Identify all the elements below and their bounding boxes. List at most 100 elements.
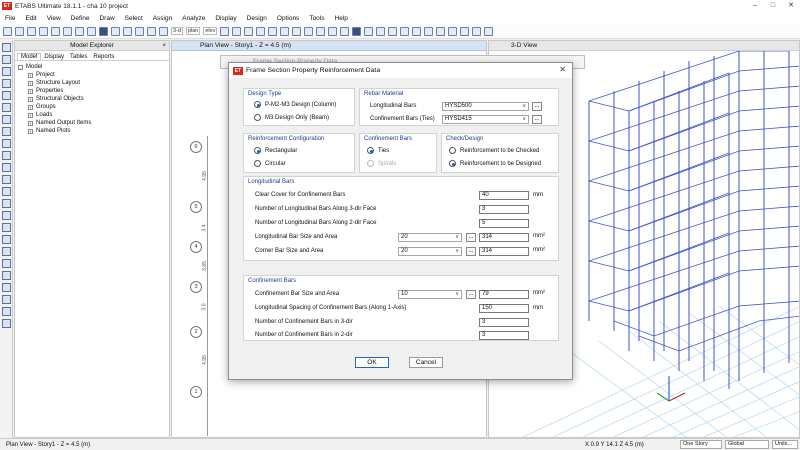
- confinement-bar-size-select[interactable]: 10 ∨: [398, 290, 462, 299]
- ok-button[interactable]: OK: [355, 357, 389, 368]
- radio-beam-design[interactable]: M3 Design Only (Beam): [254, 114, 329, 121]
- tree-item-structure-layout[interactable]: + Structure Layout: [18, 79, 166, 87]
- similar-stories-icon[interactable]: [2, 319, 11, 328]
- maximize-icon[interactable]: □: [764, 0, 782, 12]
- redo-icon[interactable]: [63, 26, 72, 36]
- move-up-icon[interactable]: [244, 26, 254, 36]
- confinement-2dir-input[interactable]: 3: [479, 331, 529, 340]
- menu-select[interactable]: Select: [125, 15, 143, 22]
- force-diagram-icon[interactable]: [340, 26, 350, 36]
- draw-slab-icon[interactable]: [472, 26, 482, 36]
- tab-tables[interactable]: Tables: [67, 54, 90, 60]
- show-undeformed-icon[interactable]: [304, 26, 314, 36]
- move-down-icon[interactable]: [256, 26, 266, 36]
- expand-icon[interactable]: +: [28, 72, 33, 78]
- table-icon[interactable]: [376, 26, 386, 36]
- shadow-icon[interactable]: [280, 26, 290, 36]
- tree-item-groups[interactable]: + Groups: [18, 103, 166, 111]
- radio-rectangular[interactable]: Rectangular: [254, 147, 297, 154]
- cancel-button[interactable]: Cancel: [409, 357, 443, 368]
- draw-frame-icon[interactable]: [2, 79, 11, 88]
- rotate-icon[interactable]: [220, 26, 230, 36]
- corner-bar-browse-button[interactable]: ...: [466, 247, 476, 256]
- expand-icon[interactable]: +: [28, 128, 33, 134]
- undo-icon[interactable]: [51, 26, 60, 36]
- quick-draw-beam-icon[interactable]: [2, 91, 11, 100]
- snap-intersection-icon[interactable]: [2, 259, 11, 268]
- draw-wall-stack-icon[interactable]: [2, 151, 11, 160]
- draw-dimension-icon[interactable]: [2, 199, 11, 208]
- view-elev-button[interactable]: elev: [203, 27, 218, 35]
- collapse-icon[interactable]: -: [18, 64, 23, 70]
- tree-item-structural-objects[interactable]: + Structural Objects: [18, 95, 166, 103]
- show-loads-icon[interactable]: [316, 26, 326, 36]
- confinement-bar-area-input[interactable]: 79: [479, 290, 529, 299]
- zoom-window-icon[interactable]: [111, 26, 120, 36]
- object-shrink-icon[interactable]: [292, 26, 302, 36]
- tab-display[interactable]: Display: [41, 54, 67, 60]
- longitudinal-bar-area-input[interactable]: 314: [479, 233, 529, 242]
- refresh-icon[interactable]: [75, 26, 84, 36]
- tree-item-named-output[interactable]: + Named Output Items: [18, 119, 166, 127]
- snap-points-icon[interactable]: [2, 235, 11, 244]
- expand-icon[interactable]: +: [28, 96, 33, 102]
- radio-reinforcement-designed[interactable]: Reinforcement to be Designed: [449, 160, 541, 167]
- snap-icon[interactable]: [412, 26, 422, 36]
- explorer-close-icon[interactable]: ×: [162, 43, 166, 49]
- draw-section-cut-icon[interactable]: [2, 211, 11, 220]
- draw-brace-icon[interactable]: [2, 115, 11, 124]
- bars-2dir-input[interactable]: 5: [479, 219, 529, 228]
- menu-tools[interactable]: Tools: [309, 15, 324, 22]
- clear-cover-input[interactable]: 40: [479, 191, 529, 200]
- open-icon[interactable]: [15, 26, 24, 36]
- menu-file[interactable]: File: [5, 15, 15, 22]
- menu-assign[interactable]: Assign: [153, 15, 173, 22]
- menu-view[interactable]: View: [47, 15, 61, 22]
- radio-column-design[interactable]: P-M2-M3 Design (Column): [254, 101, 336, 108]
- longitudinal-bars-select[interactable]: HYSD500 ∨: [442, 102, 529, 111]
- units-button[interactable]: Units...: [772, 440, 798, 449]
- confinement-spacing-input[interactable]: 150: [479, 304, 529, 313]
- confinement-material-browse-button[interactable]: ...: [532, 115, 542, 124]
- bars-3dir-input[interactable]: 3: [479, 205, 529, 214]
- expand-icon[interactable]: +: [28, 88, 33, 94]
- expand-icon[interactable]: +: [28, 120, 33, 126]
- expand-icon[interactable]: +: [28, 112, 33, 118]
- deselect-icon[interactable]: [400, 26, 410, 36]
- zoom-in-icon[interactable]: [123, 26, 132, 36]
- confinement-bar-browse-button[interactable]: ...: [466, 290, 476, 299]
- tree-item-properties[interactable]: + Properties: [18, 87, 166, 95]
- pointer-icon[interactable]: [87, 26, 96, 36]
- menu-draw[interactable]: Draw: [99, 15, 114, 22]
- view-plan-button[interactable]: plan: [185, 27, 201, 35]
- confinement-bars-select[interactable]: HYSD415 ∨: [442, 115, 529, 124]
- story-select[interactable]: One Story: [680, 440, 722, 449]
- run-analysis-icon[interactable]: [99, 26, 108, 36]
- radio-ties[interactable]: Ties: [367, 147, 389, 154]
- draw-grid-icon[interactable]: [2, 223, 11, 232]
- dialog-close-icon[interactable]: ✕: [559, 65, 566, 74]
- longitudinal-bar-size-select[interactable]: 20 ∨: [398, 233, 462, 242]
- lock-icon[interactable]: [39, 26, 48, 36]
- menu-edit[interactable]: Edit: [25, 15, 36, 22]
- draw-opening-icon[interactable]: [2, 163, 11, 172]
- radio-reinforcement-checked[interactable]: Reinforcement to be Checked: [449, 147, 539, 154]
- deformed-shape-icon[interactable]: [328, 26, 338, 36]
- close-icon[interactable]: ✕: [782, 0, 800, 12]
- menu-help[interactable]: Help: [335, 15, 348, 22]
- draw-rect-icon[interactable]: [2, 139, 11, 148]
- draw-tendon-icon[interactable]: [2, 187, 11, 196]
- view-3d-button[interactable]: 3-d: [171, 27, 183, 35]
- draw-floor-icon[interactable]: [2, 127, 11, 136]
- expand-icon[interactable]: +: [28, 80, 33, 86]
- expand-icon[interactable]: +: [28, 104, 33, 110]
- select-pointer-icon[interactable]: [2, 43, 11, 52]
- concrete-design-icon[interactable]: [352, 26, 362, 36]
- save-icon[interactable]: [27, 26, 36, 36]
- menu-display[interactable]: Display: [215, 15, 236, 22]
- all-stories-icon[interactable]: [2, 307, 11, 316]
- tree-item-named-plots[interactable]: + Named Plots: [18, 127, 166, 135]
- zoom-full-icon[interactable]: [147, 26, 156, 36]
- confinement-3dir-input[interactable]: 3: [479, 318, 529, 327]
- snap-lines-icon[interactable]: [2, 283, 11, 292]
